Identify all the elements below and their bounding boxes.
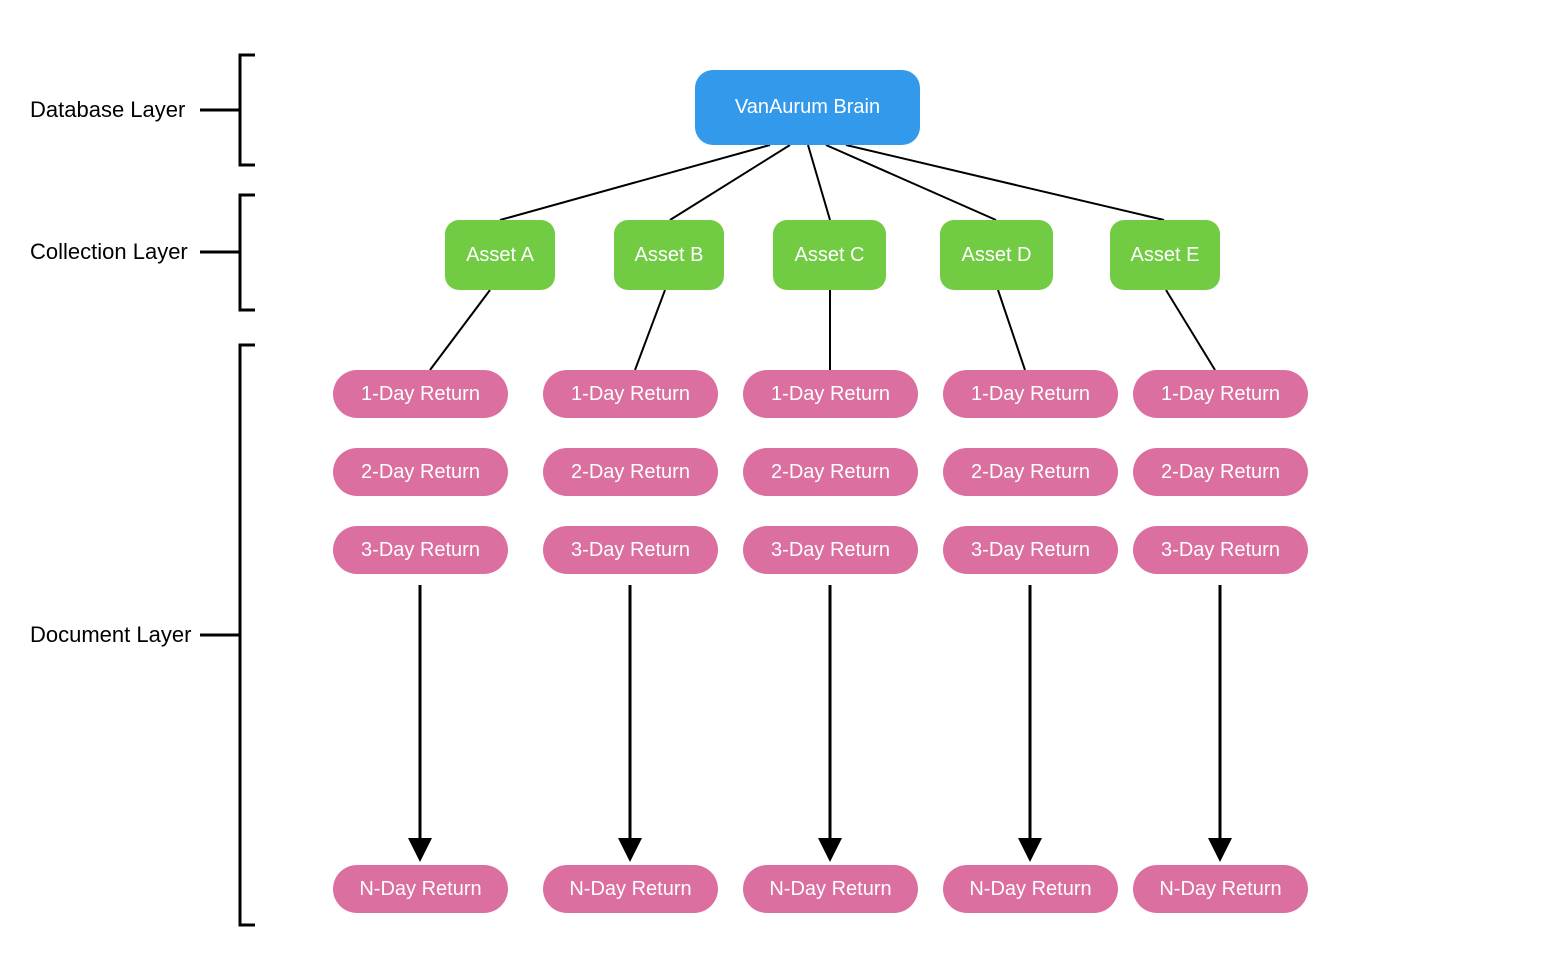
node-return-1day: 1-Day Return xyxy=(543,370,718,418)
node-asset-a: Asset A xyxy=(445,220,555,290)
pill-label: 2-Day Return xyxy=(971,461,1090,484)
label-database-layer: Database Layer xyxy=(30,97,185,123)
pill-label: 3-Day Return xyxy=(771,539,890,562)
node-asset-label: Asset E xyxy=(1131,244,1200,267)
node-return-2day: 2-Day Return xyxy=(333,448,508,496)
node-return-2day: 2-Day Return xyxy=(743,448,918,496)
pill-label: 2-Day Return xyxy=(1161,461,1280,484)
pill-label: 3-Day Return xyxy=(571,539,690,562)
pill-label: 2-Day Return xyxy=(361,461,480,484)
node-return-2day: 2-Day Return xyxy=(543,448,718,496)
node-asset-c: Asset C xyxy=(773,220,886,290)
node-return-nday: N-Day Return xyxy=(943,865,1118,913)
node-asset-b: Asset B xyxy=(614,220,724,290)
pill-label: 3-Day Return xyxy=(361,539,480,562)
node-asset-d: Asset D xyxy=(940,220,1053,290)
node-asset-label: Asset D xyxy=(961,244,1031,267)
node-return-3day: 3-Day Return xyxy=(943,526,1118,574)
pill-label: N-Day Return xyxy=(969,878,1091,901)
node-return-1day: 1-Day Return xyxy=(743,370,918,418)
pill-label: N-Day Return xyxy=(769,878,891,901)
node-return-nday: N-Day Return xyxy=(1133,865,1308,913)
node-return-3day: 3-Day Return xyxy=(743,526,918,574)
pill-label: 1-Day Return xyxy=(771,383,890,406)
pill-label: 1-Day Return xyxy=(971,383,1090,406)
node-asset-e: Asset E xyxy=(1110,220,1220,290)
node-return-nday: N-Day Return xyxy=(543,865,718,913)
node-asset-label: Asset C xyxy=(794,244,864,267)
pill-label: N-Day Return xyxy=(569,878,691,901)
node-return-3day: 3-Day Return xyxy=(1133,526,1308,574)
node-return-1day: 1-Day Return xyxy=(943,370,1118,418)
label-document-layer: Document Layer xyxy=(30,622,191,648)
node-return-1day: 1-Day Return xyxy=(1133,370,1308,418)
pill-label: N-Day Return xyxy=(1159,878,1281,901)
pill-label: 1-Day Return xyxy=(361,383,480,406)
node-root-brain: VanAurum Brain xyxy=(695,70,920,145)
node-asset-label: Asset B xyxy=(635,244,704,267)
node-return-nday: N-Day Return xyxy=(743,865,918,913)
pill-label: 3-Day Return xyxy=(1161,539,1280,562)
pill-label: N-Day Return xyxy=(359,878,481,901)
pill-label: 3-Day Return xyxy=(971,539,1090,562)
node-return-2day: 2-Day Return xyxy=(1133,448,1308,496)
diagram-canvas: Database Layer Collection Layer Document… xyxy=(0,0,1544,974)
label-collection-layer: Collection Layer xyxy=(30,239,188,265)
node-return-3day: 3-Day Return xyxy=(543,526,718,574)
node-asset-label: Asset A xyxy=(466,244,534,267)
node-return-1day: 1-Day Return xyxy=(333,370,508,418)
node-return-3day: 3-Day Return xyxy=(333,526,508,574)
pill-label: 2-Day Return xyxy=(571,461,690,484)
node-return-nday: N-Day Return xyxy=(333,865,508,913)
node-return-2day: 2-Day Return xyxy=(943,448,1118,496)
pill-label: 2-Day Return xyxy=(771,461,890,484)
pill-label: 1-Day Return xyxy=(571,383,690,406)
node-root-label: VanAurum Brain xyxy=(735,96,880,119)
pill-label: 1-Day Return xyxy=(1161,383,1280,406)
